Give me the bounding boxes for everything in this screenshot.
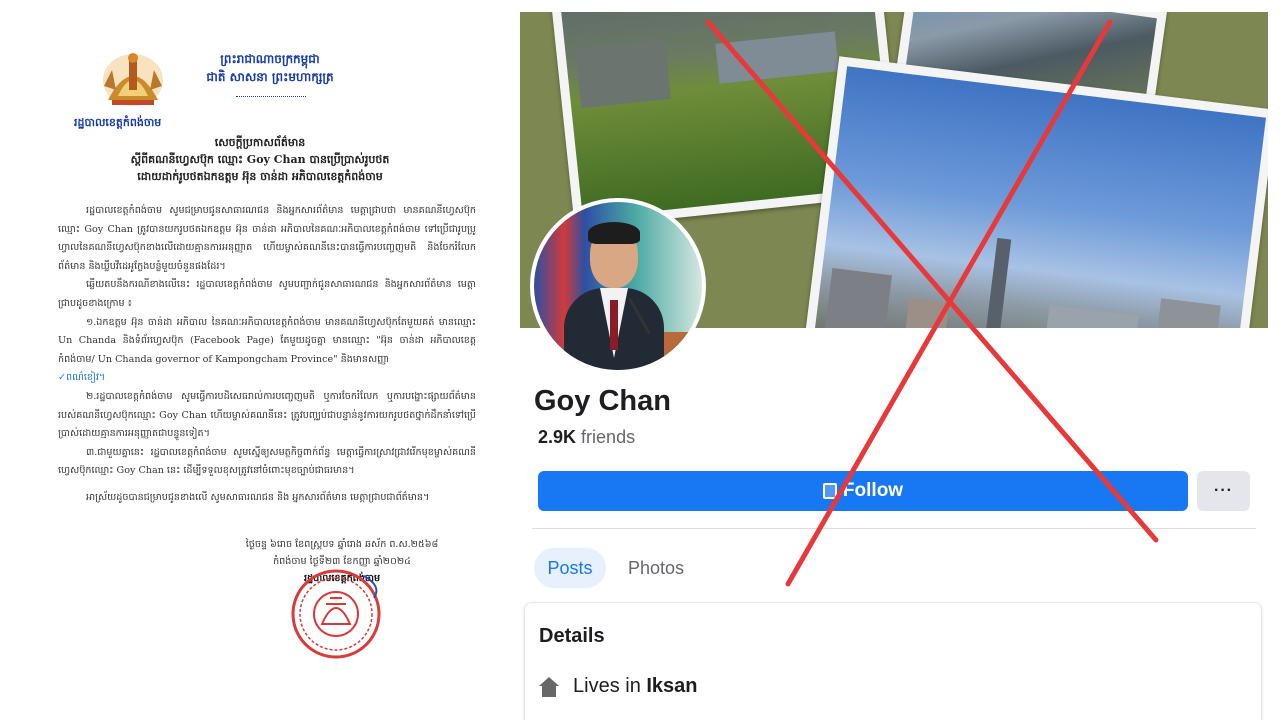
verified-badge-note: ✓ពណ៌ខៀវ។ (58, 369, 476, 388)
header-ornament-divider (236, 96, 306, 97)
follow-label: Follow (842, 480, 904, 501)
lives-in-place[interactable]: Iksan (646, 675, 697, 697)
lives-in-prefix: Lives in (573, 675, 641, 697)
friends-count[interactable]: 2.9K friends (538, 427, 635, 448)
paragraph-4: ២.រដ្ឋបាលខេត្តកំពង់ចាម សូមធ្វើការបដិសេធរ… (58, 390, 476, 440)
home-icon (539, 676, 559, 697)
follow-icon (822, 483, 837, 499)
paragraph-5: ៣.ជាមួយគ្នានេះ រដ្ឋបាលខេត្តកំពង់ចាម សូមស… (58, 446, 476, 477)
kingdom-header: ព្រះរាជាណាចក្រកម្ពុជា ជាតិ សាសនា ព្រះមហា… (190, 50, 350, 86)
friends-number: 2.9K (538, 427, 577, 447)
paragraph-3: ១.ឯកឧត្តម អ៊ុន ចាន់ដា អភិបាល នៃគណៈអភិបាល… (58, 314, 476, 370)
official-red-seal-icon (291, 569, 381, 659)
cover-collage-photo-city (803, 56, 1268, 328)
paragraph-3-text: ១.ឯកឧត្តម អ៊ុន ចាន់ដា អភិបាល នៃគណៈអភិបាល… (58, 316, 476, 365)
header-divider (532, 528, 1256, 529)
more-options-icon: ··· (1214, 482, 1233, 499)
title-line-3: ដោយដាក់រូបថតឯកឧត្តម អ៊ុន ចាន់ដា អភិបាលខេ… (137, 170, 383, 183)
more-options-button[interactable]: ··· (1197, 471, 1250, 511)
facebook-profile-screenshot: Goy Chan 2.9K friends Follow ··· Posts P… (520, 12, 1268, 720)
kingdom-motto: ជាតិ សាសនា ព្រះមហាក្សត្រ (206, 70, 334, 84)
lunar-date: ថ្ងៃចន្ទ ៦រោច ខែពស្រ្តបទ ឆ្នាំរោង ឆស័ក ព… (245, 539, 439, 550)
title-line-2: ស្តីពីគណនីហ្វេសប៊ុក ឈ្មោះ Goy Chan បានប្… (130, 153, 390, 166)
tab-posts-label: Posts (547, 557, 593, 578)
document-body: រដ្ឋបាលខេត្តកំពង់ចាម សូមជម្រាបជូនសាធារណជ… (58, 202, 476, 508)
tab-photos-label: Photos (628, 557, 685, 578)
issuing-authority: រដ្ឋបាលខេត្តកំពង់ចាម (74, 116, 162, 129)
closing-paragraph: អាស្រ័យដូចបានជម្រាបជូនខាងលើ សូមសាធារណជន … (86, 491, 430, 503)
tab-posts[interactable]: Posts (534, 548, 606, 588)
profile-picture[interactable] (530, 198, 706, 374)
document-title: សេចក្តីប្រកាសព័ត៌មាន ស្តីពីគណនីហ្វេសប៊ុក… (60, 134, 460, 185)
paragraph-2: ឆ្លើយតបនឹងករណីខាងលើនេះ រដ្ឋបាលខេត្តកំពង់… (58, 279, 476, 309)
lives-in-text: Lives in Iksan (573, 675, 698, 698)
royal-coat-of-arms-icon (103, 53, 163, 106)
paragraph-1: រដ្ឋបាលខេត្តកំពង់ចាម សូមជម្រាបជូនសាធារណជ… (58, 205, 476, 272)
details-card: Details Lives in Iksan (524, 602, 1262, 720)
kingdom-line-1: ព្រះរាជាណាចក្រកម្ពុជា (220, 52, 320, 66)
title-line-1: សេចក្តីប្រកាសព័ត៌មាន (214, 136, 306, 149)
official-announcement-document: ព្រះរាជាណាចក្រកម្ពុជា ជាតិ សាសនា ព្រះមហា… (0, 0, 520, 720)
tab-photos[interactable]: Photos (628, 548, 684, 588)
profile-name: Goy Chan (534, 385, 671, 417)
details-title: Details (539, 625, 605, 647)
verified-check-text: ✓ពណ៌ខៀវ។ (58, 372, 106, 384)
lives-in-row: Lives in Iksan (539, 675, 698, 698)
follow-button[interactable]: Follow (538, 471, 1188, 511)
friends-label: friends (581, 427, 636, 447)
